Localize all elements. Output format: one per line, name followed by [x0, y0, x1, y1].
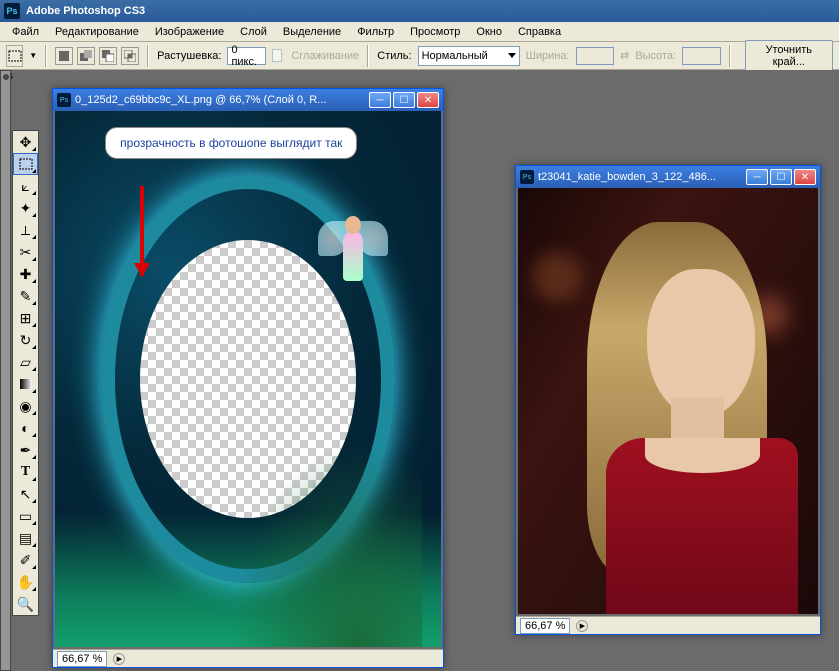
tool-zoom[interactable]: 🔍	[13, 593, 38, 615]
doc1-title: 0_125d2_c69bbc9c_XL.png @ 66,7% (Слой 0,…	[75, 94, 365, 106]
tool-slice[interactable]: ✂	[13, 241, 38, 263]
frame-image: прозрачность в фотошопе выглядит так	[55, 111, 441, 647]
tool-history-brush[interactable]: ↻	[13, 329, 38, 351]
separator	[729, 45, 731, 67]
selection-intersect-button[interactable]	[121, 47, 139, 65]
app-title: Adobe Photoshop CS3	[26, 5, 145, 17]
doc2-canvas[interactable]	[518, 188, 818, 614]
selection-new-button[interactable]	[55, 47, 73, 65]
document-window-frame[interactable]: Ps 0_125d2_c69bbc9c_XL.png @ 66,7% (Слой…	[52, 88, 444, 668]
ps-badge-icon: Ps	[0, 70, 839, 82]
style-label: Стиль:	[377, 50, 411, 62]
doc1-title-bar[interactable]: Ps 0_125d2_c69bbc9c_XL.png @ 66,7% (Слой…	[53, 89, 443, 111]
psd-file-icon: Ps	[57, 93, 71, 107]
style-select[interactable]: Нормальный	[418, 46, 520, 66]
annotation-arrow-icon	[140, 186, 144, 276]
status-menu-icon[interactable]: ▸	[576, 620, 588, 632]
swap-dims-icon: ⇄	[620, 49, 629, 62]
fairy-figure	[323, 191, 383, 311]
separator	[367, 45, 369, 67]
psd-file-icon: Ps	[520, 170, 534, 184]
tool-lasso[interactable]: ⟀	[13, 175, 38, 197]
separator	[45, 45, 47, 67]
close-button[interactable]: ✕	[417, 92, 439, 108]
menu-layer[interactable]: Слой	[232, 24, 275, 40]
menu-select[interactable]: Выделение	[275, 24, 349, 40]
width-input	[576, 47, 615, 65]
tool-hand[interactable]: ✋	[13, 571, 38, 593]
tool-brush[interactable]: ✎	[13, 285, 38, 307]
tool-shape[interactable]: ▭	[13, 505, 38, 527]
antialias-label: Сглаживание	[291, 50, 359, 62]
doc1-canvas[interactable]: прозрачность в фотошопе выглядит так	[55, 111, 441, 647]
separator	[147, 45, 149, 67]
photo-image	[518, 188, 818, 614]
selection-mode-group	[55, 47, 139, 65]
tool-gradient[interactable]	[13, 373, 38, 395]
rail-handle-icon[interactable]	[3, 74, 9, 80]
options-bar: ▼ Растушевка: 0 пикс. Сглаживание Стиль:…	[0, 42, 839, 70]
height-label: Высота:	[635, 50, 676, 62]
menu-filter[interactable]: Фильтр	[349, 24, 402, 40]
tool-blur[interactable]: ◉	[13, 395, 38, 417]
refine-edge-button[interactable]: Уточнить край...	[745, 40, 833, 72]
tool-type[interactable]: T	[13, 461, 38, 483]
menu-window[interactable]: Окно	[468, 24, 510, 40]
tool-stamp[interactable]: ⊞	[13, 307, 38, 329]
doc2-title: t23041_katie_bowden_3_122_486...	[538, 171, 742, 183]
menu-file[interactable]: Файл	[4, 24, 47, 40]
tool-dodge[interactable]: ◐	[13, 417, 38, 439]
app-logo-icon: Ps	[4, 3, 20, 19]
menu-bar: Файл Редактирование Изображение Слой Выд…	[0, 22, 839, 42]
feather-label: Растушевка:	[157, 50, 221, 62]
doc1-status-bar: 66,67 % ▸	[53, 649, 443, 667]
feather-input[interactable]: 0 пикс.	[227, 47, 266, 65]
antialias-checkbox	[272, 49, 282, 62]
dropdown-arrow-icon[interactable]: ▼	[29, 51, 37, 60]
doc2-zoom-field[interactable]: 66,67 %	[520, 618, 570, 634]
tool-eyedropper[interactable]: ✐	[13, 549, 38, 571]
minimize-button[interactable]: ─	[369, 92, 391, 108]
tool-path-select[interactable]: ↖	[13, 483, 38, 505]
left-dock-rail[interactable]	[0, 70, 11, 671]
tool-healing[interactable]: ✚	[13, 263, 38, 285]
selection-add-button[interactable]	[77, 47, 95, 65]
dropdown-arrow-icon	[508, 53, 516, 58]
menu-view[interactable]: Просмотр	[402, 24, 468, 40]
tool-palette: ✥ ⟀ ✦ ⟂ ✂ ✚ ✎ ⊞ ↻ ▱ ◉ ◐ ✒ T ↖ ▭ ▤ ✐ ✋ 🔍	[12, 130, 39, 616]
width-label: Ширина:	[526, 50, 570, 62]
maximize-button[interactable]: ☐	[393, 92, 415, 108]
maximize-button[interactable]: ☐	[770, 169, 792, 185]
menu-image[interactable]: Изображение	[147, 24, 232, 40]
tool-marquee[interactable]	[13, 153, 38, 175]
menu-help[interactable]: Справка	[510, 24, 569, 40]
document-window-photo[interactable]: Ps t23041_katie_bowden_3_122_486... ─ ☐ …	[515, 165, 821, 635]
status-menu-icon[interactable]: ▸	[113, 653, 125, 665]
title-bar: Ps Adobe Photoshop CS3	[0, 0, 839, 22]
selection-subtract-button[interactable]	[99, 47, 117, 65]
annotation-callout: прозрачность в фотошопе выглядит так	[105, 127, 357, 159]
doc2-status-bar: 66,67 % ▸	[516, 616, 820, 634]
height-input	[682, 47, 721, 65]
minimize-button[interactable]: ─	[746, 169, 768, 185]
style-value: Нормальный	[422, 50, 488, 62]
tool-crop[interactable]: ⟂	[13, 219, 38, 241]
menu-edit[interactable]: Редактирование	[47, 24, 147, 40]
tool-eraser[interactable]: ▱	[13, 351, 38, 373]
doc2-title-bar[interactable]: Ps t23041_katie_bowden_3_122_486... ─ ☐ …	[516, 166, 820, 188]
tool-notes[interactable]: ▤	[13, 527, 38, 549]
doc1-zoom-field[interactable]: 66,67 %	[57, 651, 107, 667]
workspace: Ps ✥ ⟀ ✦ ⟂ ✂ ✚ ✎ ⊞ ↻ ▱ ◉ ◐ ✒ T ↖ ▭ ▤ ✐ ✋…	[0, 70, 839, 671]
tool-preset-picker[interactable]	[6, 45, 23, 67]
close-button[interactable]: ✕	[794, 169, 816, 185]
tool-move[interactable]: ✥	[13, 131, 38, 153]
tool-quick-select[interactable]: ✦	[13, 197, 38, 219]
tool-pen[interactable]: ✒	[13, 439, 38, 461]
